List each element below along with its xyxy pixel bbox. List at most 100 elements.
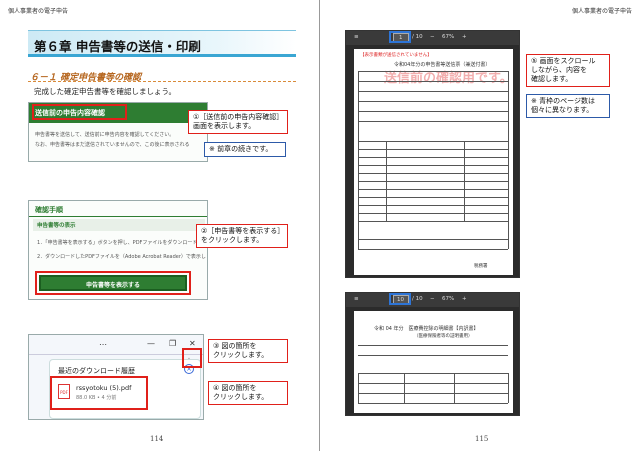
callout-line: ※ 前章の続きです。 — [209, 145, 273, 153]
running-head: 個人事業者の電子申告 — [571, 8, 632, 15]
steps-divider — [29, 216, 207, 217]
form-rule — [454, 373, 455, 403]
chapter-banner: 第６章 申告書等の送信・印刷 — [28, 30, 296, 57]
pdf-viewer-page10: ≡ 10 / 10 − 67% + 令和 04 年分 医療費控除の明細書【内訳書… — [345, 292, 520, 416]
form-rule — [386, 141, 387, 221]
form-rule — [358, 383, 508, 384]
form-rule — [358, 173, 508, 174]
form-rule — [358, 221, 508, 222]
callout-step4: ④ 図の箇所を クリックします。 — [208, 381, 288, 405]
document-subtitle: （医療保険者等の証明書用） — [414, 334, 473, 339]
minimize-icon[interactable]: — — [147, 339, 155, 348]
callout-line: ②［申告書等を表示する］ — [201, 227, 285, 235]
highlight-frame — [50, 376, 148, 410]
pdf-page: 令和 04 年分 医療費控除の明細書【内訳書】 （医療保険者等の証明書用） — [354, 311, 513, 413]
form-rule — [508, 71, 509, 249]
callout-step3: ③ 図の箇所を クリックします。 — [208, 339, 288, 363]
chapter-title: 第６章 申告書等の送信・印刷 — [34, 39, 201, 54]
menu-icon[interactable]: ≡ — [354, 34, 359, 40]
callout-line: ※ 青枠のページ数は — [531, 97, 595, 105]
pdf-page: 【表示書類が送信されていません】 令和04年分の申告書等送信票（兼送付書） 送信… — [354, 49, 513, 275]
left-page: 個人事業者の電子申告 第６章 申告書等の送信・印刷 ６－１ 確定申告書等の確認 … — [0, 0, 320, 451]
page-total: / 10 — [412, 34, 423, 40]
callout-line: ③ 図の箇所を — [213, 342, 257, 350]
form-rule — [358, 81, 508, 82]
unsent-note: 【表示書類が送信されていません】 — [360, 53, 432, 58]
form-rule — [358, 165, 508, 166]
form-rule — [358, 373, 359, 403]
callout-line: 個々に異なります。 — [531, 106, 594, 114]
steps-subheader: 申告書等の表示 — [33, 219, 205, 231]
callout-line: クリックします。 — [213, 351, 269, 359]
section-divider — [28, 81, 296, 82]
callout-line: ④ 図の箇所を — [213, 384, 257, 392]
form-rule — [358, 213, 508, 214]
callout-note: ※ 前章の続きです。 — [204, 142, 286, 157]
pdf-toolbar: ≡ 1 / 10 − 67% + — [346, 31, 519, 45]
step-line: 1．「申告書等を表示する」ボタンを押し、PDFファイルをダウンロード — [37, 240, 198, 246]
callout-line: ⑤ 画面をスクロール — [531, 57, 596, 65]
zoom-in-icon[interactable]: + — [462, 34, 467, 40]
tax-office-label: 税務署 — [474, 264, 488, 269]
page-total: / 10 — [412, 296, 423, 302]
form-rule — [358, 239, 508, 240]
page-number: 114 — [150, 435, 164, 443]
form-rule — [358, 189, 508, 190]
steps-subheader-label: 申告書等の表示 — [37, 223, 76, 229]
callout-step5: ⑤ 画面をスクロール しながら、内容を 確認します。 — [526, 54, 610, 87]
form-rule — [358, 403, 508, 404]
form-rule — [358, 355, 508, 356]
preview-watermark: 送信前の確認用です。 — [384, 71, 513, 86]
running-head: 個人事業者の電子申告 — [8, 8, 69, 15]
callout-line: 画面を表示します。 — [193, 122, 256, 130]
menu-icon: ⋯ — [99, 340, 107, 349]
menu-icon[interactable]: ≡ — [354, 296, 359, 302]
restore-icon[interactable]: ❐ — [169, 339, 176, 348]
zoom-level[interactable]: 67% — [442, 34, 454, 40]
callout-step2: ②［申告書等を表示する］ をクリックします。 — [196, 224, 288, 248]
form-rule — [358, 373, 508, 374]
highlight-frame — [35, 271, 191, 295]
callout-note-page-count: ※ 青枠のページ数は 個々に異なります。 — [526, 94, 610, 118]
screen-text-line: 申告書等を送信して、送信前に申告内容を確認してください。 — [35, 132, 175, 138]
callout-step1: ①［送信前の申告内容確認］ 画面を表示します。 — [188, 110, 288, 134]
form-rule — [358, 121, 508, 122]
screen-text-line: なお、申告書等はまだ送信されていませんので、この後に表示される — [35, 142, 190, 148]
form-rule — [508, 373, 509, 403]
form-rule — [358, 181, 508, 182]
form-rule — [358, 141, 508, 142]
close-icon[interactable]: ✕ — [189, 339, 196, 348]
form-rule — [358, 71, 508, 72]
callout-line: をクリックします。 — [201, 236, 264, 244]
form-rule — [358, 157, 508, 158]
form-rule — [358, 71, 359, 249]
form-rule — [404, 373, 405, 403]
form-rule — [358, 249, 508, 250]
zoom-in-icon[interactable]: + — [462, 296, 467, 302]
callout-line: 確認します。 — [531, 75, 573, 83]
form-rule — [358, 101, 508, 102]
step-line: 2．ダウンロードしたPDFファイルを（Adobe Acrobat Reader）… — [37, 254, 206, 260]
form-rule — [358, 149, 508, 150]
form-rule — [358, 111, 508, 112]
zoom-out-icon[interactable]: − — [430, 34, 435, 40]
form-rule — [358, 393, 508, 394]
callout-line: ①［送信前の申告内容確認］ — [193, 113, 284, 121]
zoom-level[interactable]: 67% — [442, 296, 454, 302]
pdf-toolbar: ≡ 10 / 10 − 67% + — [346, 293, 519, 307]
form-rule — [464, 141, 465, 221]
page-number: 115 — [475, 435, 489, 443]
pdf-viewer-page1: ≡ 1 / 10 − 67% + 【表示書類が送信されていません】 令和04年分… — [345, 30, 520, 278]
highlight-frame — [182, 348, 202, 368]
steps-title: 確認手順 — [35, 206, 63, 214]
callout-line: クリックします。 — [213, 393, 269, 401]
callout-line: しながら、内容を — [531, 66, 587, 74]
page-count-highlight — [389, 293, 411, 305]
zoom-out-icon[interactable]: − — [430, 296, 435, 302]
intro-text: 完成した確定申告書等を確認しましょう。 — [34, 87, 177, 96]
browser-toolbar: ⋯ — ❐ ✕ — [29, 335, 203, 355]
form-rule — [358, 205, 508, 206]
form-rule — [358, 91, 508, 92]
page-count-highlight — [389, 31, 411, 43]
highlight-frame — [32, 104, 127, 120]
